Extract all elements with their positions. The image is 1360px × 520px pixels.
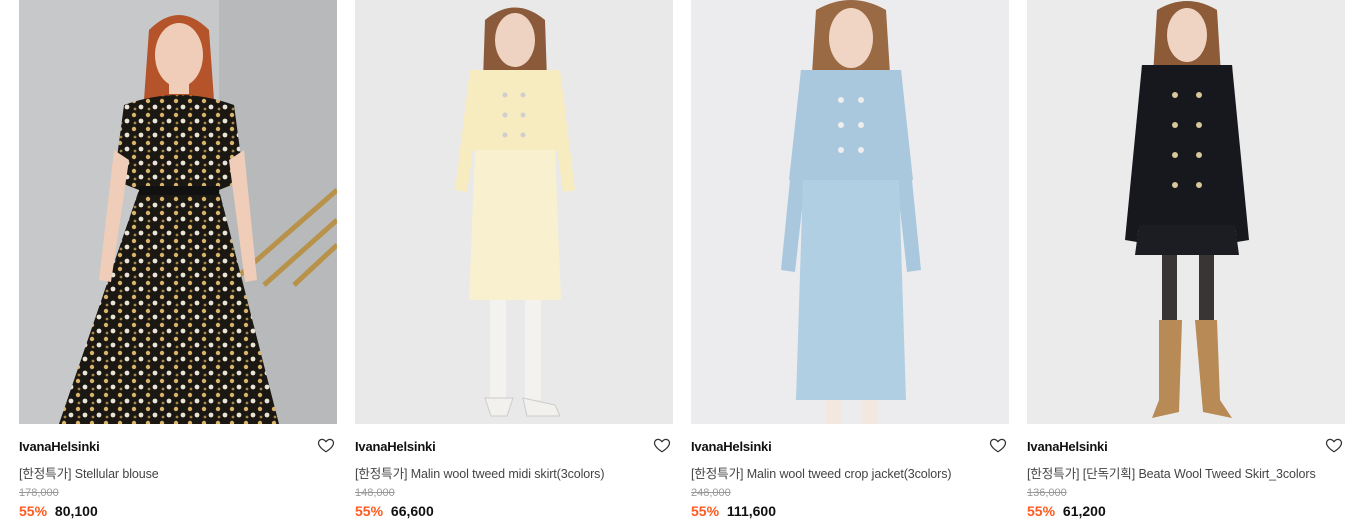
heart-outline-icon[interactable] — [653, 436, 671, 454]
original-price: 178,000 — [19, 487, 59, 499]
product-image[interactable] — [691, 0, 1009, 424]
product-name[interactable]: [한정특가] Stellular blouse — [19, 463, 159, 482]
product-brand[interactable]: IvanaHelsinki — [1027, 439, 1108, 454]
product-name[interactable]: [한정특가] [단독기획] Beata Wool Tweed Skirt_3co… — [1027, 463, 1316, 482]
discount-rate: 55% — [355, 503, 384, 519]
original-price: 148,000 — [355, 487, 395, 499]
original-price: 136,000 — [1027, 487, 1067, 499]
sale-price: 80,100 — [54, 503, 98, 519]
discount-rate: 55% — [19, 503, 48, 519]
heart-outline-icon[interactable] — [317, 436, 335, 454]
product-image[interactable] — [355, 0, 673, 424]
sale-price: 61,200 — [1062, 503, 1106, 519]
product-brand[interactable]: IvanaHelsinki — [355, 439, 436, 454]
sale-price: 111,600 — [726, 503, 776, 519]
discount-rate: 55% — [1027, 503, 1056, 519]
price-row: 55% 111,600 — [691, 503, 776, 519]
original-price: 248,000 — [691, 487, 731, 499]
heart-outline-icon[interactable] — [989, 436, 1007, 454]
product-card[interactable]: IvanaHelsinki [한정특가] Malin wool tweed mi… — [355, 0, 673, 520]
product-image[interactable] — [19, 0, 337, 424]
product-name[interactable]: [한정특가] Malin wool tweed midi skirt(3colo… — [355, 463, 605, 482]
product-brand[interactable]: IvanaHelsinki — [691, 439, 772, 454]
price-row: 55% 80,100 — [19, 503, 98, 519]
heart-outline-icon[interactable] — [1325, 436, 1343, 454]
discount-rate: 55% — [691, 503, 720, 519]
price-row: 55% 61,200 — [1027, 503, 1106, 519]
product-card[interactable]: IvanaHelsinki [한정특가] Malin wool tweed cr… — [691, 0, 1009, 520]
product-name[interactable]: [한정특가] Malin wool tweed crop jacket(3col… — [691, 463, 952, 482]
product-brand[interactable]: IvanaHelsinki — [19, 439, 100, 454]
product-grid: IvanaHelsinki [한정특가] Stellular blouse 17… — [0, 0, 1360, 520]
sale-price: 66,600 — [390, 503, 434, 519]
product-image[interactable] — [1027, 0, 1345, 424]
price-row: 55% 66,600 — [355, 503, 434, 519]
product-card[interactable]: IvanaHelsinki [한정특가] Stellular blouse 17… — [19, 0, 337, 520]
product-card[interactable]: IvanaHelsinki [한정특가] [단독기획] Beata Wool T… — [1027, 0, 1345, 520]
